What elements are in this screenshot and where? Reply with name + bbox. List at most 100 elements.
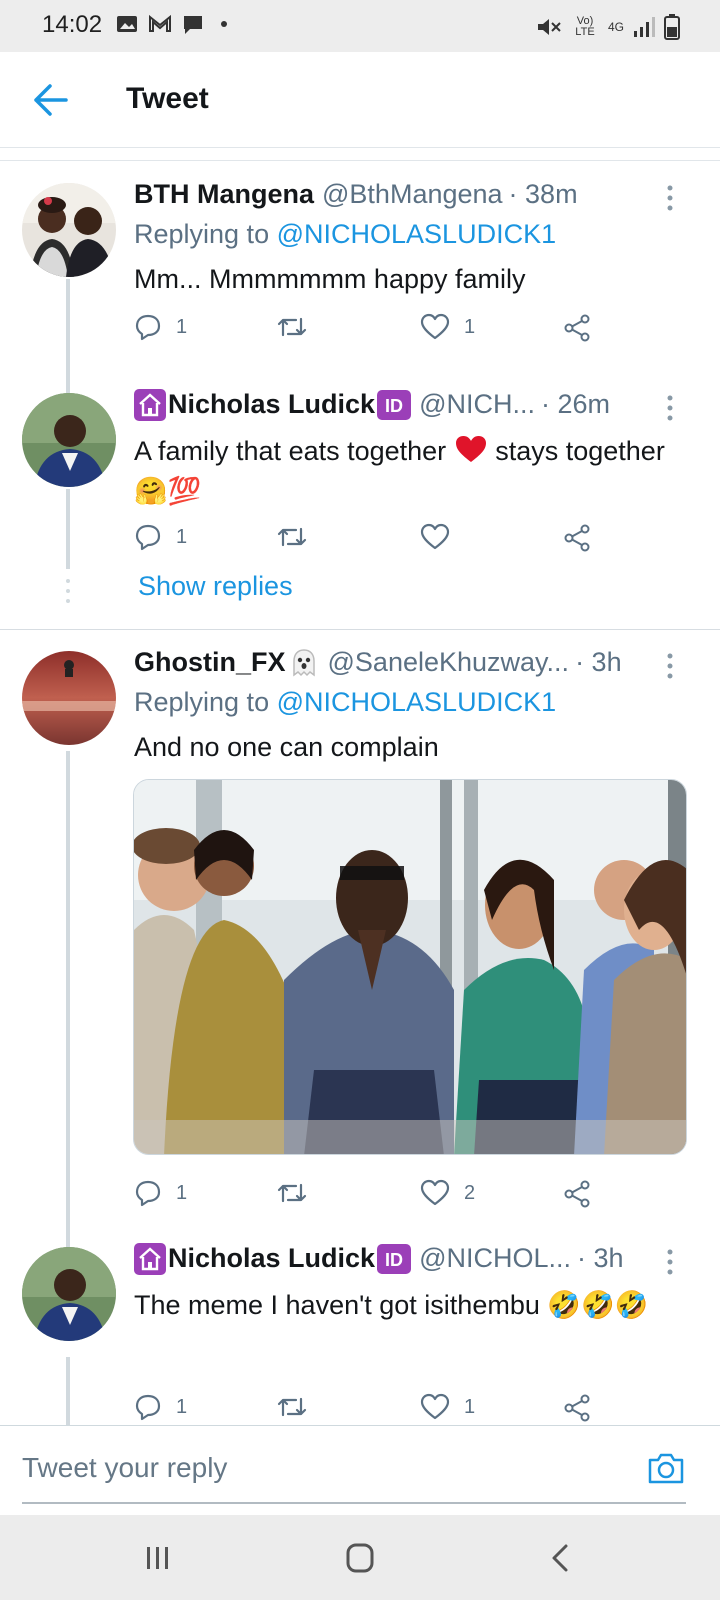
reply-count: 1 [176, 315, 188, 338]
tweet-item[interactable]: Nicholas Ludick ID @NICHOL... · 3h The m… [0, 1239, 720, 1425]
heart-icon [420, 523, 450, 550]
replying-mention[interactable]: @NICHOLASLUDICK1 [277, 219, 556, 249]
heart-icon [420, 313, 450, 340]
like-count: 2 [464, 1181, 476, 1204]
tweet-media-image[interactable] [133, 779, 687, 1155]
retweet-button[interactable] [276, 313, 322, 341]
thread-line [66, 489, 70, 569]
tweet-text: A family that eats together stays togeth… [134, 431, 680, 511]
reply-icon [135, 1180, 161, 1207]
tweet-time: · 38m [508, 179, 578, 209]
replying-to: Replying to @NICHOLASLUDICK1 [134, 219, 556, 250]
id-emoji-icon: ID [377, 390, 412, 420]
thread-dots [66, 577, 70, 607]
show-replies-link[interactable]: Show replies [138, 571, 293, 602]
status-bar: 14:02 Vo) LTE 4G [0, 0, 720, 52]
like-button[interactable] [420, 523, 464, 551]
reply-input[interactable] [22, 1448, 622, 1488]
thread-line [66, 361, 70, 393]
more-options-icon[interactable] [660, 651, 680, 681]
reply-composer [0, 1425, 720, 1513]
more-options-icon[interactable] [660, 183, 680, 213]
section-divider [0, 629, 720, 630]
home-icon[interactable] [340, 1541, 380, 1575]
svg-text:ID: ID [385, 396, 403, 416]
tweet-item[interactable]: Ghostin_FX @SaneleKhuzway... · 3h Replyi… [0, 633, 720, 1251]
tweet-item[interactable]: BTH Mangena @BthMangena · 38m Replying t… [0, 161, 720, 379]
author-name[interactable]: Nicholas Ludick [168, 389, 375, 420]
reply-button[interactable]: 1 [134, 1179, 187, 1207]
house-emoji-icon [134, 1243, 166, 1275]
like-button[interactable]: 1 [420, 313, 475, 341]
reply-icon [135, 314, 161, 341]
reply-button[interactable]: 1 [134, 1393, 187, 1421]
avatar[interactable] [22, 393, 116, 487]
network-label: Vo) LTE [575, 15, 595, 38]
author-name[interactable]: BTH Mangena [134, 179, 314, 210]
status-time: 14:02 [42, 11, 103, 38]
tweet-feed[interactable]: BTH Mangena @BthMangena · 38m Replying t… [0, 160, 720, 1425]
tweet-item[interactable]: Nicholas Ludick ID @NICH... · 26m A fami… [0, 361, 720, 629]
like-button[interactable]: 1 [420, 1393, 475, 1421]
tweet-actions: 1 [134, 523, 604, 557]
reply-button[interactable]: 1 [134, 313, 187, 341]
author-handle: @BthMangena [322, 179, 503, 209]
reply-icon [135, 1394, 161, 1421]
reply-icon [135, 524, 161, 551]
reply-count: 1 [176, 525, 188, 548]
share-button[interactable] [562, 1393, 592, 1423]
share-button[interactable] [562, 313, 592, 343]
tweet-actions: 1 2 [134, 1179, 604, 1213]
page-title: Tweet [126, 82, 209, 115]
replying-mention[interactable]: @NICHOLASLUDICK1 [277, 687, 556, 717]
avatar[interactable] [22, 651, 116, 745]
retweet-button[interactable] [276, 523, 322, 551]
like-button[interactable]: 2 [420, 1179, 475, 1207]
more-options-icon[interactable] [660, 393, 680, 423]
share-button[interactable] [562, 523, 592, 553]
red-heart-icon [455, 436, 486, 462]
camera-icon[interactable] [646, 1450, 686, 1486]
gmail-icon [149, 14, 171, 32]
reply-count: 1 [176, 1181, 188, 1204]
replying-label: Replying to [134, 687, 270, 717]
reply-count: 1 [176, 1395, 188, 1418]
reply-button[interactable]: 1 [134, 523, 187, 551]
emoji-tail: 🤗💯 [134, 476, 202, 506]
like-count: 1 [464, 1395, 476, 1418]
back-arrow-icon[interactable] [30, 82, 70, 118]
more-options-icon[interactable] [660, 1247, 680, 1277]
avatar[interactable] [22, 1247, 116, 1341]
tweet-header: Ghostin_FX @SaneleKhuzway... · 3h [134, 647, 650, 679]
mute-icon [537, 19, 561, 35]
replying-to: Replying to @NICHOLASLUDICK1 [134, 687, 556, 718]
recents-icon[interactable] [138, 1541, 178, 1575]
retweet-button[interactable] [276, 1179, 322, 1207]
tweet-text: Mm... Mmmmmmm happy family [134, 264, 526, 294]
tweet-header: BTH Mangena @BthMangena · 38m [134, 179, 650, 210]
retweet-button[interactable] [276, 1393, 322, 1421]
retweet-icon [277, 527, 307, 547]
system-nav-bar [0, 1515, 720, 1600]
dot-icon [221, 21, 227, 27]
image-icon [117, 16, 137, 32]
author-name[interactable]: Ghostin_FX [134, 647, 286, 678]
status-right: Vo) LTE 4G [536, 14, 680, 40]
like-count: 1 [464, 315, 476, 338]
reply-underline [22, 1502, 686, 1504]
tweet-time: · 26m [540, 389, 611, 419]
tweet-header: Nicholas Ludick ID @NICHOL... · 3h [134, 1243, 650, 1275]
heart-icon [420, 1393, 450, 1420]
author-name[interactable]: Nicholas Ludick [168, 1243, 375, 1274]
tweet-time: · 3h [575, 647, 622, 677]
thread-line [66, 751, 70, 1251]
share-button[interactable] [562, 1179, 592, 1209]
share-icon [564, 314, 590, 342]
network-type: 4G [607, 20, 624, 34]
tweet-text: The meme I haven't got isithembu 🤣🤣🤣 [134, 1290, 649, 1320]
avatar[interactable] [22, 183, 116, 277]
back-icon[interactable] [542, 1541, 582, 1575]
thread-line [66, 1357, 70, 1425]
house-emoji-icon [134, 389, 166, 421]
tweet-text-part: stays together [495, 436, 665, 466]
